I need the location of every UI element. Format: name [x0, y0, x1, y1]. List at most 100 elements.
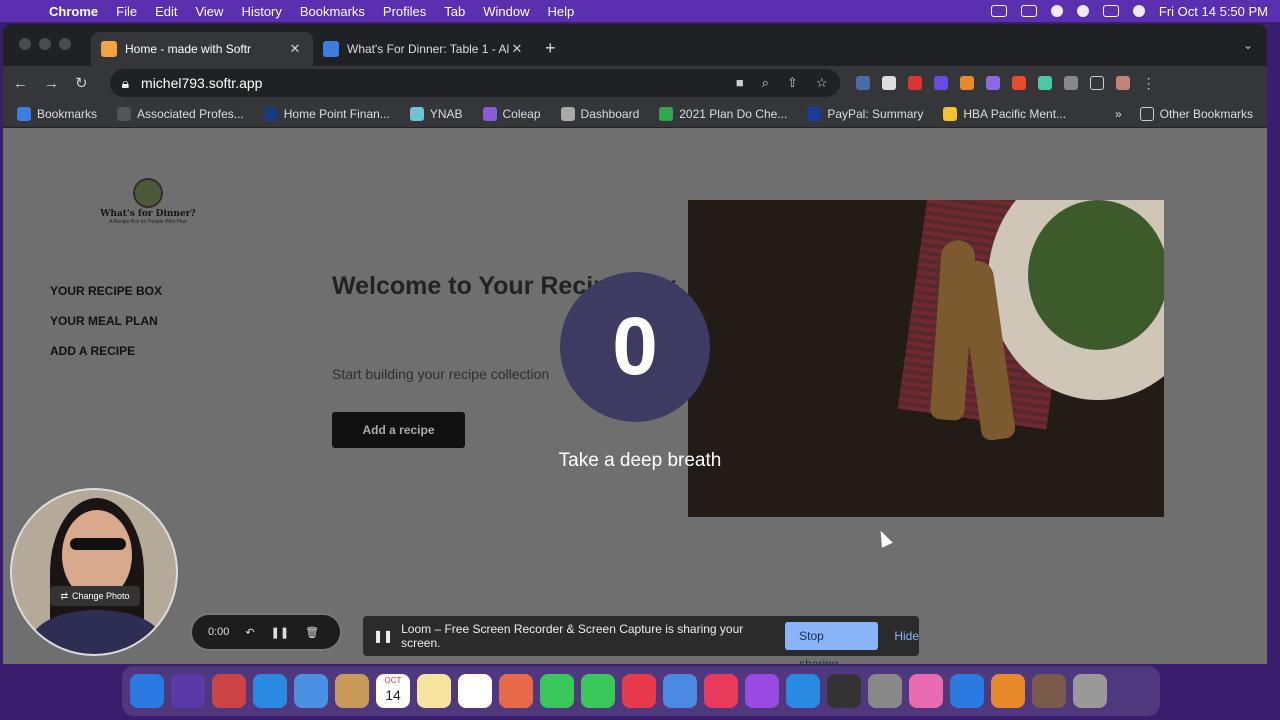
- back-arrow-icon[interactable]: ←: [13, 75, 28, 92]
- add-recipe-button[interactable]: Add a recipe: [332, 412, 465, 448]
- messages-icon[interactable]: [540, 674, 574, 708]
- zoom-app-icon[interactable]: [950, 674, 984, 708]
- tab-whats-for-dinner[interactable]: What's For Dinner: Table 1 - Al ✕: [313, 32, 535, 66]
- site-logo[interactable]: What's for Dinner? A Recipe Box for Peop…: [93, 178, 203, 228]
- address-bar[interactable]: 🔒︎ michel793.softr.app ■ ⌕ ⇧ ☆: [109, 69, 840, 97]
- lock-icon[interactable]: 🔒︎: [122, 75, 129, 92]
- menu-tab[interactable]: Tab: [435, 4, 474, 19]
- stop-sharing-button[interactable]: Stop sharing: [785, 622, 879, 671]
- news-icon[interactable]: [622, 674, 656, 708]
- extension-icon[interactable]: [907, 76, 922, 90]
- battery-icon[interactable]: [1020, 5, 1037, 17]
- menu-profiles[interactable]: Profiles: [374, 4, 435, 19]
- bookmark-item[interactable]: Associated Profes...: [117, 106, 244, 121]
- camera-icon[interactable]: ■: [736, 75, 744, 91]
- podcasts-icon[interactable]: [745, 674, 779, 708]
- bookmark-star-icon[interactable]: ☆: [816, 75, 828, 91]
- undo-icon[interactable]: ↶: [245, 626, 254, 639]
- tab-title: What's For Dinner: Table 1 - Al: [347, 42, 509, 56]
- siri-dock-icon[interactable]: [171, 674, 205, 708]
- side-panel-icon[interactable]: [1089, 76, 1104, 90]
- extension-icon[interactable]: [933, 76, 948, 90]
- share-icon[interactable]: ⇧: [787, 75, 798, 91]
- bookmark-item[interactable]: PayPal: Summary: [807, 106, 923, 121]
- display-icon[interactable]: [990, 5, 1007, 17]
- menu-history[interactable]: History: [232, 4, 290, 19]
- new-tab-icon[interactable]: +: [545, 32, 556, 66]
- menu-edit[interactable]: Edit: [146, 4, 186, 19]
- bookmark-item[interactable]: YNAB: [409, 106, 463, 121]
- minimize-window-button[interactable]: [39, 38, 51, 50]
- extension-icon[interactable]: [855, 76, 870, 90]
- bookmark-item[interactable]: 2021 Plan Do Che...: [659, 106, 787, 121]
- menu-window[interactable]: Window: [474, 4, 538, 19]
- preview-icon[interactable]: [1032, 674, 1066, 708]
- wifi-icon[interactable]: [1050, 5, 1063, 17]
- puzzle-extensions-icon[interactable]: [1063, 76, 1078, 90]
- softr-favicon-icon: [101, 41, 117, 57]
- bookmark-favicon-icon: [263, 106, 278, 121]
- brave-icon[interactable]: [991, 674, 1025, 708]
- extension-icon[interactable]: [985, 76, 1000, 90]
- hide-button[interactable]: Hide: [894, 629, 919, 643]
- webcam-bubble[interactable]: ⇄ Change Photo: [10, 488, 178, 656]
- launchpad-icon[interactable]: [212, 674, 246, 708]
- bookmark-item[interactable]: Coleap: [482, 106, 541, 121]
- notion-extension-icon[interactable]: [881, 76, 896, 90]
- bookmark-item[interactable]: Bookmarks: [17, 106, 97, 121]
- menu-clock[interactable]: Fri Oct 14 5:50 PM: [1159, 4, 1268, 19]
- reload-icon[interactable]: ↻: [75, 74, 88, 92]
- zoom-window-button[interactable]: [59, 38, 71, 50]
- control-center-icon[interactable]: [1102, 5, 1119, 17]
- trash-icon[interactable]: 🗑︎: [305, 626, 319, 639]
- menu-bookmarks[interactable]: Bookmarks: [291, 4, 374, 19]
- menu-app-name[interactable]: Chrome: [40, 4, 107, 19]
- chevron-double-right-icon[interactable]: »: [1115, 107, 1122, 121]
- zoom-icon[interactable]: ⌕: [762, 75, 769, 91]
- menu-file[interactable]: File: [107, 4, 146, 19]
- bookmark-item[interactable]: HBA Pacific Ment...: [943, 106, 1066, 121]
- menu-view[interactable]: View: [186, 4, 232, 19]
- reminders-icon[interactable]: [458, 674, 492, 708]
- bookmark-item[interactable]: Home Point Finan...: [263, 106, 390, 121]
- books-icon[interactable]: [909, 674, 943, 708]
- forward-arrow-icon[interactable]: →: [44, 75, 59, 92]
- extension-icon[interactable]: [1011, 76, 1026, 90]
- pause-icon[interactable]: ❚❚: [271, 626, 289, 639]
- screenshot-app-icon[interactable]: [827, 674, 861, 708]
- trash-dock-icon[interactable]: [1073, 674, 1107, 708]
- system-preferences-icon[interactable]: [868, 674, 902, 708]
- siri-icon[interactable]: [1132, 5, 1145, 17]
- url-text[interactable]: michel793.softr.app: [141, 75, 262, 91]
- ynab-tree-icon: [409, 106, 424, 121]
- bookmark-item[interactable]: Dashboard: [560, 106, 640, 121]
- chrome-icon[interactable]: [663, 674, 697, 708]
- extension-icon[interactable]: [1037, 76, 1052, 90]
- nav-recipe-box[interactable]: YOUR RECIPE BOX: [50, 284, 162, 298]
- bookmark-label: Dashboard: [580, 106, 640, 121]
- photos-icon[interactable]: [499, 674, 533, 708]
- change-photo-button[interactable]: ⇄ Change Photo: [50, 586, 140, 606]
- menu-help[interactable]: Help: [539, 4, 584, 19]
- close-tab-icon[interactable]: ✕: [287, 41, 303, 57]
- facetime-icon[interactable]: [581, 674, 615, 708]
- close-tab-icon[interactable]: ✕: [509, 41, 525, 57]
- tab-home-softr[interactable]: Home - made with Softr ✕: [91, 32, 313, 66]
- nav-meal-plan[interactable]: YOUR MEAL PLAN: [50, 314, 162, 328]
- app-store-icon[interactable]: [786, 674, 820, 708]
- profile-avatar[interactable]: [1115, 76, 1130, 90]
- nav-add-recipe[interactable]: ADD A RECIPE: [50, 344, 162, 358]
- mail-icon[interactable]: [294, 674, 328, 708]
- notes-icon[interactable]: [417, 674, 451, 708]
- finder-icon[interactable]: [130, 674, 164, 708]
- music-icon[interactable]: [704, 674, 738, 708]
- extension-icon[interactable]: [959, 76, 974, 90]
- more-menu-icon[interactable]: ⋮: [1142, 75, 1156, 92]
- contacts-icon[interactable]: [335, 674, 369, 708]
- close-window-button[interactable]: [19, 38, 31, 50]
- calendar-icon[interactable]: OCT 14: [376, 674, 410, 708]
- spotlight-search-icon[interactable]: [1076, 5, 1089, 17]
- tab-search-chevron-icon[interactable]: ⌄: [1243, 38, 1253, 52]
- safari-icon[interactable]: [253, 674, 287, 708]
- other-bookmarks[interactable]: Other Bookmarks: [1139, 106, 1253, 121]
